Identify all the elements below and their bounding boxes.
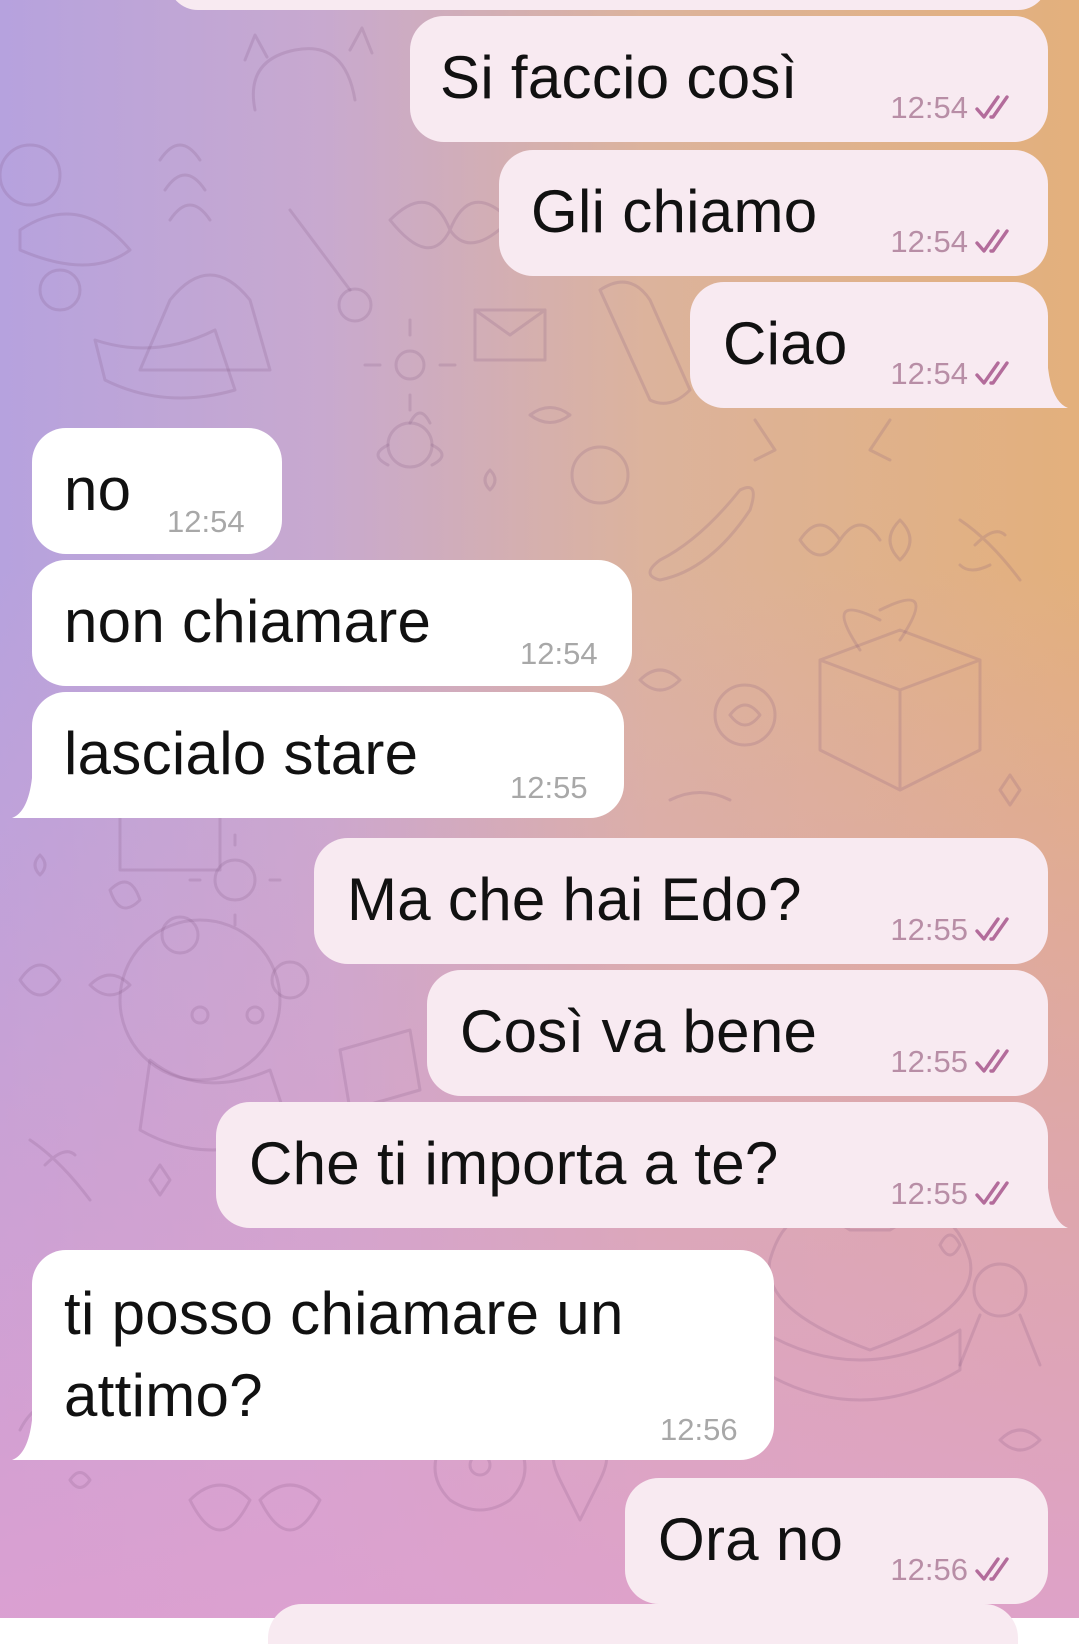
outgoing-message[interactable]: Gli chiamo 12:54 — [499, 150, 1048, 276]
message-meta: 12:55 — [890, 1176, 1020, 1212]
message-meta: 12:55 — [890, 1044, 1020, 1080]
message-text: Ciao — [723, 310, 848, 377]
bubble-tail — [12, 1420, 40, 1460]
incoming-message[interactable]: ti posso chiamare un attimo? 12:56 — [32, 1250, 774, 1460]
message-time: 12:54 — [890, 224, 968, 259]
incoming-message[interactable]: lascialo stare 12:55 — [32, 692, 624, 818]
message-text-line-1: ti posso chiamare un — [64, 1280, 624, 1347]
message-meta: 12:54 — [890, 90, 1020, 126]
message-text: Ora no — [658, 1506, 844, 1573]
message-time: 12:55 — [510, 770, 588, 805]
message-time: 12:55 — [890, 1044, 968, 1079]
outgoing-message[interactable]: Ora no 12:56 — [625, 1478, 1048, 1604]
message-time: 12:56 — [660, 1412, 738, 1447]
message-text-line-2: attimo? — [64, 1362, 263, 1429]
message-time: 12:55 — [890, 912, 968, 947]
message-time: 12:54 — [520, 636, 598, 671]
message-text: Che ti importa a te? — [249, 1130, 779, 1197]
double-check-icon — [975, 361, 1009, 385]
outgoing-message[interactable]: Che ti importa a te? 12:55 — [216, 1102, 1048, 1228]
bubble-tail — [1040, 1188, 1068, 1228]
message-meta: 12:54 — [890, 224, 1020, 260]
outgoing-message[interactable]: Così va bene 12:55 — [427, 970, 1048, 1096]
message-text: lascialo stare — [64, 720, 419, 787]
message-text: Si faccio così — [440, 44, 798, 111]
message-time: 12:54 — [167, 504, 245, 539]
double-check-icon — [975, 95, 1009, 119]
bubble-tail — [1040, 368, 1068, 408]
message-time: 12:54 — [890, 90, 968, 125]
next-message-bubble — [268, 1604, 1018, 1644]
incoming-message[interactable]: no 12:54 — [32, 428, 282, 554]
message-meta: 12:55 — [890, 912, 1020, 948]
message-text: Gli chiamo — [531, 178, 818, 245]
incoming-message[interactable]: non chiamare 12:54 — [32, 560, 632, 686]
outgoing-message[interactable]: Si faccio così 12:54 — [410, 16, 1048, 142]
message-text: no — [64, 456, 132, 523]
outgoing-message[interactable]: Ma che hai Edo? 12:55 — [314, 838, 1048, 964]
message-time: 12:56 — [890, 1552, 968, 1587]
double-check-icon — [975, 1181, 1009, 1205]
message-time: 12:54 — [890, 356, 968, 391]
previous-message-bubble — [168, 0, 1048, 10]
message-text: Così va bene — [460, 998, 818, 1065]
bubble-tail — [12, 778, 40, 818]
message-meta: 12:54 — [890, 356, 1020, 392]
double-check-icon — [975, 917, 1009, 941]
double-check-icon — [975, 1049, 1009, 1073]
message-text: Ma che hai Edo? — [347, 866, 802, 933]
message-text: non chiamare — [64, 588, 432, 655]
message-meta: 12:56 — [890, 1552, 1020, 1588]
double-check-icon — [975, 229, 1009, 253]
message-time: 12:55 — [890, 1176, 968, 1211]
outgoing-message[interactable]: Ciao 12:54 — [690, 282, 1048, 408]
double-check-icon — [975, 1557, 1009, 1581]
